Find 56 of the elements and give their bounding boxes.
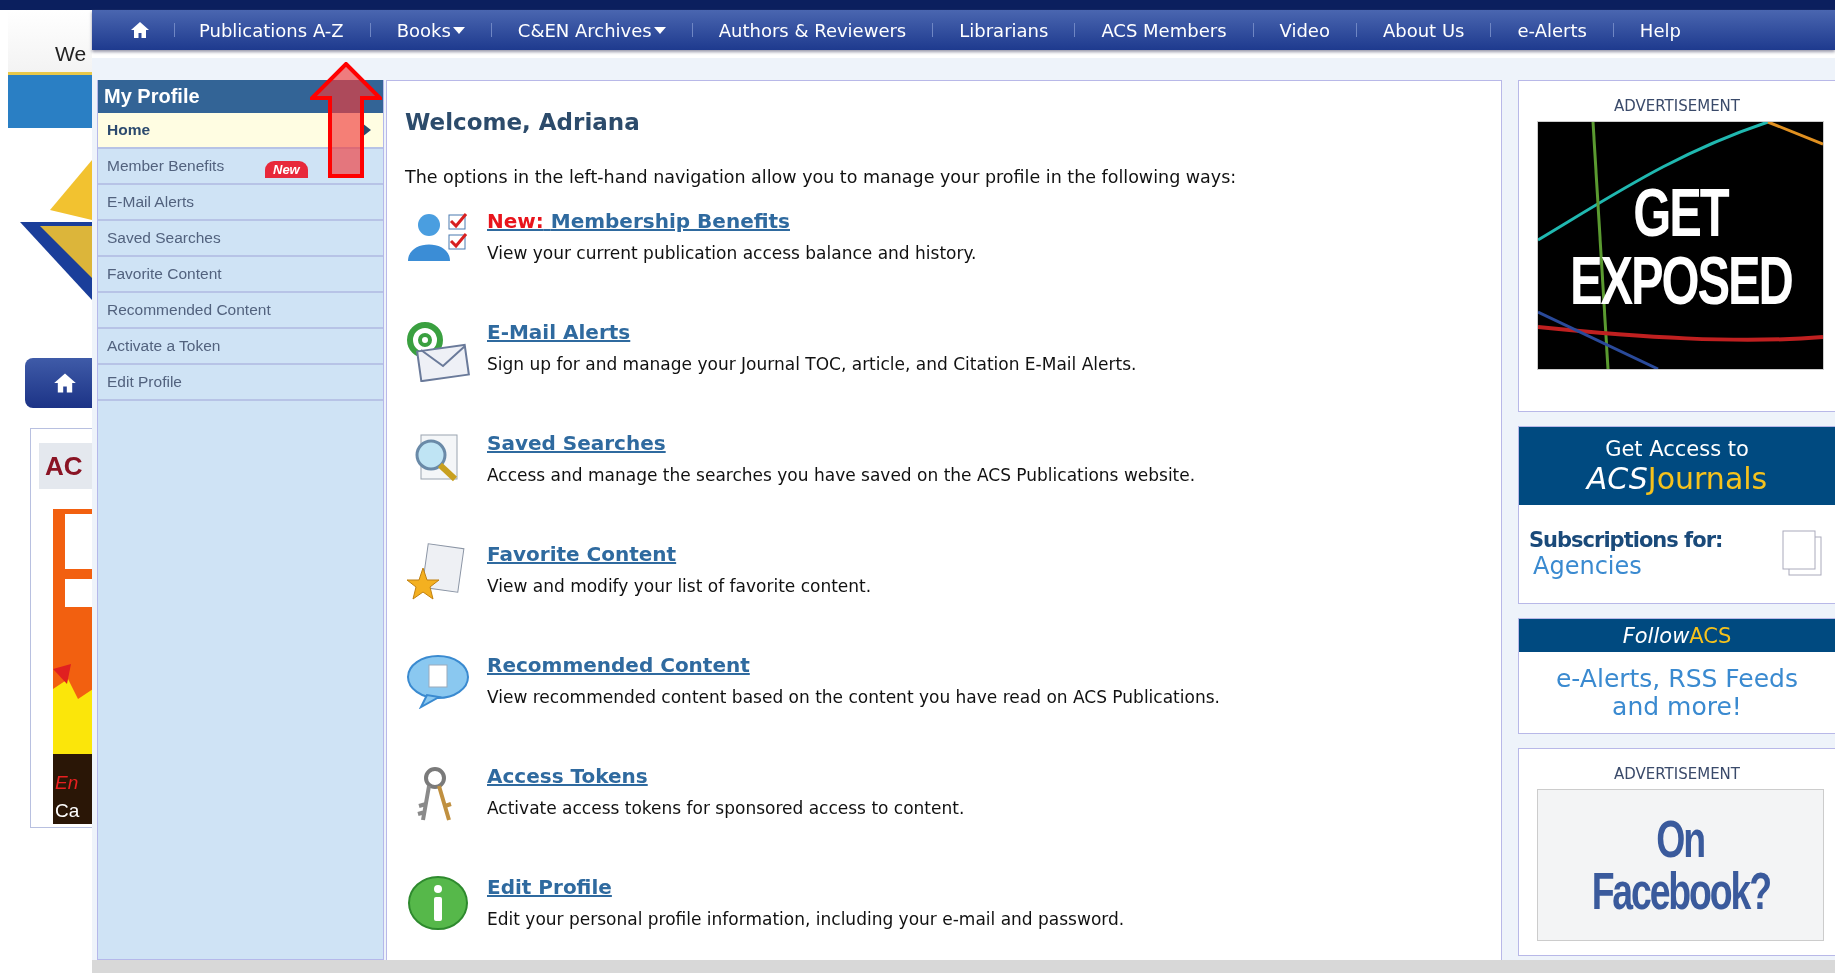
email-at-envelope-icon: [405, 320, 471, 382]
banner-headline: Facebook?: [1591, 865, 1770, 917]
home-link[interactable]: [130, 20, 150, 40]
feature-description: Activate access tokens for sponsored access to content.: [487, 798, 965, 818]
nav-link[interactable]: e-Alerts: [1517, 19, 1587, 41]
feature-description: View recommended content based on the content you have read on ACS Publications.: [487, 687, 1220, 707]
card-heading: AC: [39, 443, 92, 489]
feature-description: Sign up for and manage your Journal TOC, article, and Citation E-Mail Alerts.: [487, 354, 1137, 374]
promo-subtitle: Subscriptions for:: [1529, 528, 1723, 552]
page-heading: Welcome, Adriana: [405, 109, 641, 135]
feature-link[interactable]: Recommended Content: [487, 653, 1220, 677]
feature-link[interactable]: Edit Profile: [487, 875, 1125, 899]
nav-link[interactable]: Books: [396, 19, 465, 41]
nav-link[interactable]: Librarians: [959, 19, 1049, 41]
feature-link[interactable]: Saved Searches: [487, 431, 1196, 455]
arrow-right-icon: [362, 123, 371, 137]
nav-link[interactable]: About Us: [1382, 19, 1465, 41]
feature-description: View and modify your list of favorite content.: [487, 576, 872, 596]
feature-link[interactable]: Access Tokens: [487, 764, 965, 788]
nav-link[interactable]: Help: [1639, 19, 1681, 41]
sidebar-item[interactable]: Home: [98, 113, 383, 149]
home-icon: [130, 20, 150, 40]
nav-link[interactable]: Video: [1279, 19, 1330, 41]
feature-link[interactable]: Favorite Content: [487, 542, 872, 566]
nav-link[interactable]: ACS Members: [1101, 19, 1227, 41]
feature-link[interactable]: New: Membership Benefits: [487, 209, 977, 233]
home-button[interactable]: [25, 358, 92, 408]
intro-text: The options in the left-hand navigation allow you to manage your profile in the following ways:: [405, 167, 1238, 187]
speech-bubble-icon: [405, 653, 471, 709]
advertisement-label: ADVERTISEMENT: [1614, 97, 1740, 115]
promo-title: ACSJournals: [1586, 460, 1768, 496]
advertisement-label: ADVERTISEMENT: [1614, 765, 1740, 783]
follow-promo[interactable]: FollowACS e-Alerts, RSS Feeds and more!: [1518, 618, 1835, 734]
feature-link[interactable]: E-Mail Alerts: [487, 320, 1137, 344]
promo-audience: Agencies: [1532, 552, 1643, 580]
page-greeting: We: [55, 42, 87, 66]
subscription-promo[interactable]: Get Access to ACSJournals Subscriptions for: Agencies: [1518, 426, 1835, 604]
info-icon: [405, 875, 471, 931]
caret-icon: [452, 26, 465, 34]
feature-description: Edit your personal profile information, including your e-mail and password.: [487, 909, 1125, 929]
nav-link[interactable]: C&EN Archives: [517, 19, 666, 41]
nav-link[interactable]: Authors & Reviewers: [718, 19, 907, 41]
banner-headline: GET: [1633, 177, 1728, 246]
caret-icon: [653, 26, 666, 34]
feature-description: Access and manage the searches you have saved on the ACS Publications website.: [487, 465, 1196, 485]
sidebar-title: My Profile: [98, 80, 383, 113]
advertisement-banner[interactable]: On Facebook?: [1537, 789, 1824, 941]
home-icon: [53, 371, 77, 395]
promo-title: FollowACS: [1622, 623, 1732, 648]
feature-description: View your current publication access balance and history.: [487, 243, 977, 263]
banner-headline: On: [1656, 813, 1705, 865]
new-badge: New: [265, 161, 308, 178]
promo-text: e-Alerts, RSS Feeds and more!: [1555, 663, 1799, 723]
nav-link[interactable]: Publications A-Z: [199, 19, 344, 41]
promo-heading: Get Access to: [1605, 436, 1749, 461]
documents-icon: [1781, 529, 1825, 579]
